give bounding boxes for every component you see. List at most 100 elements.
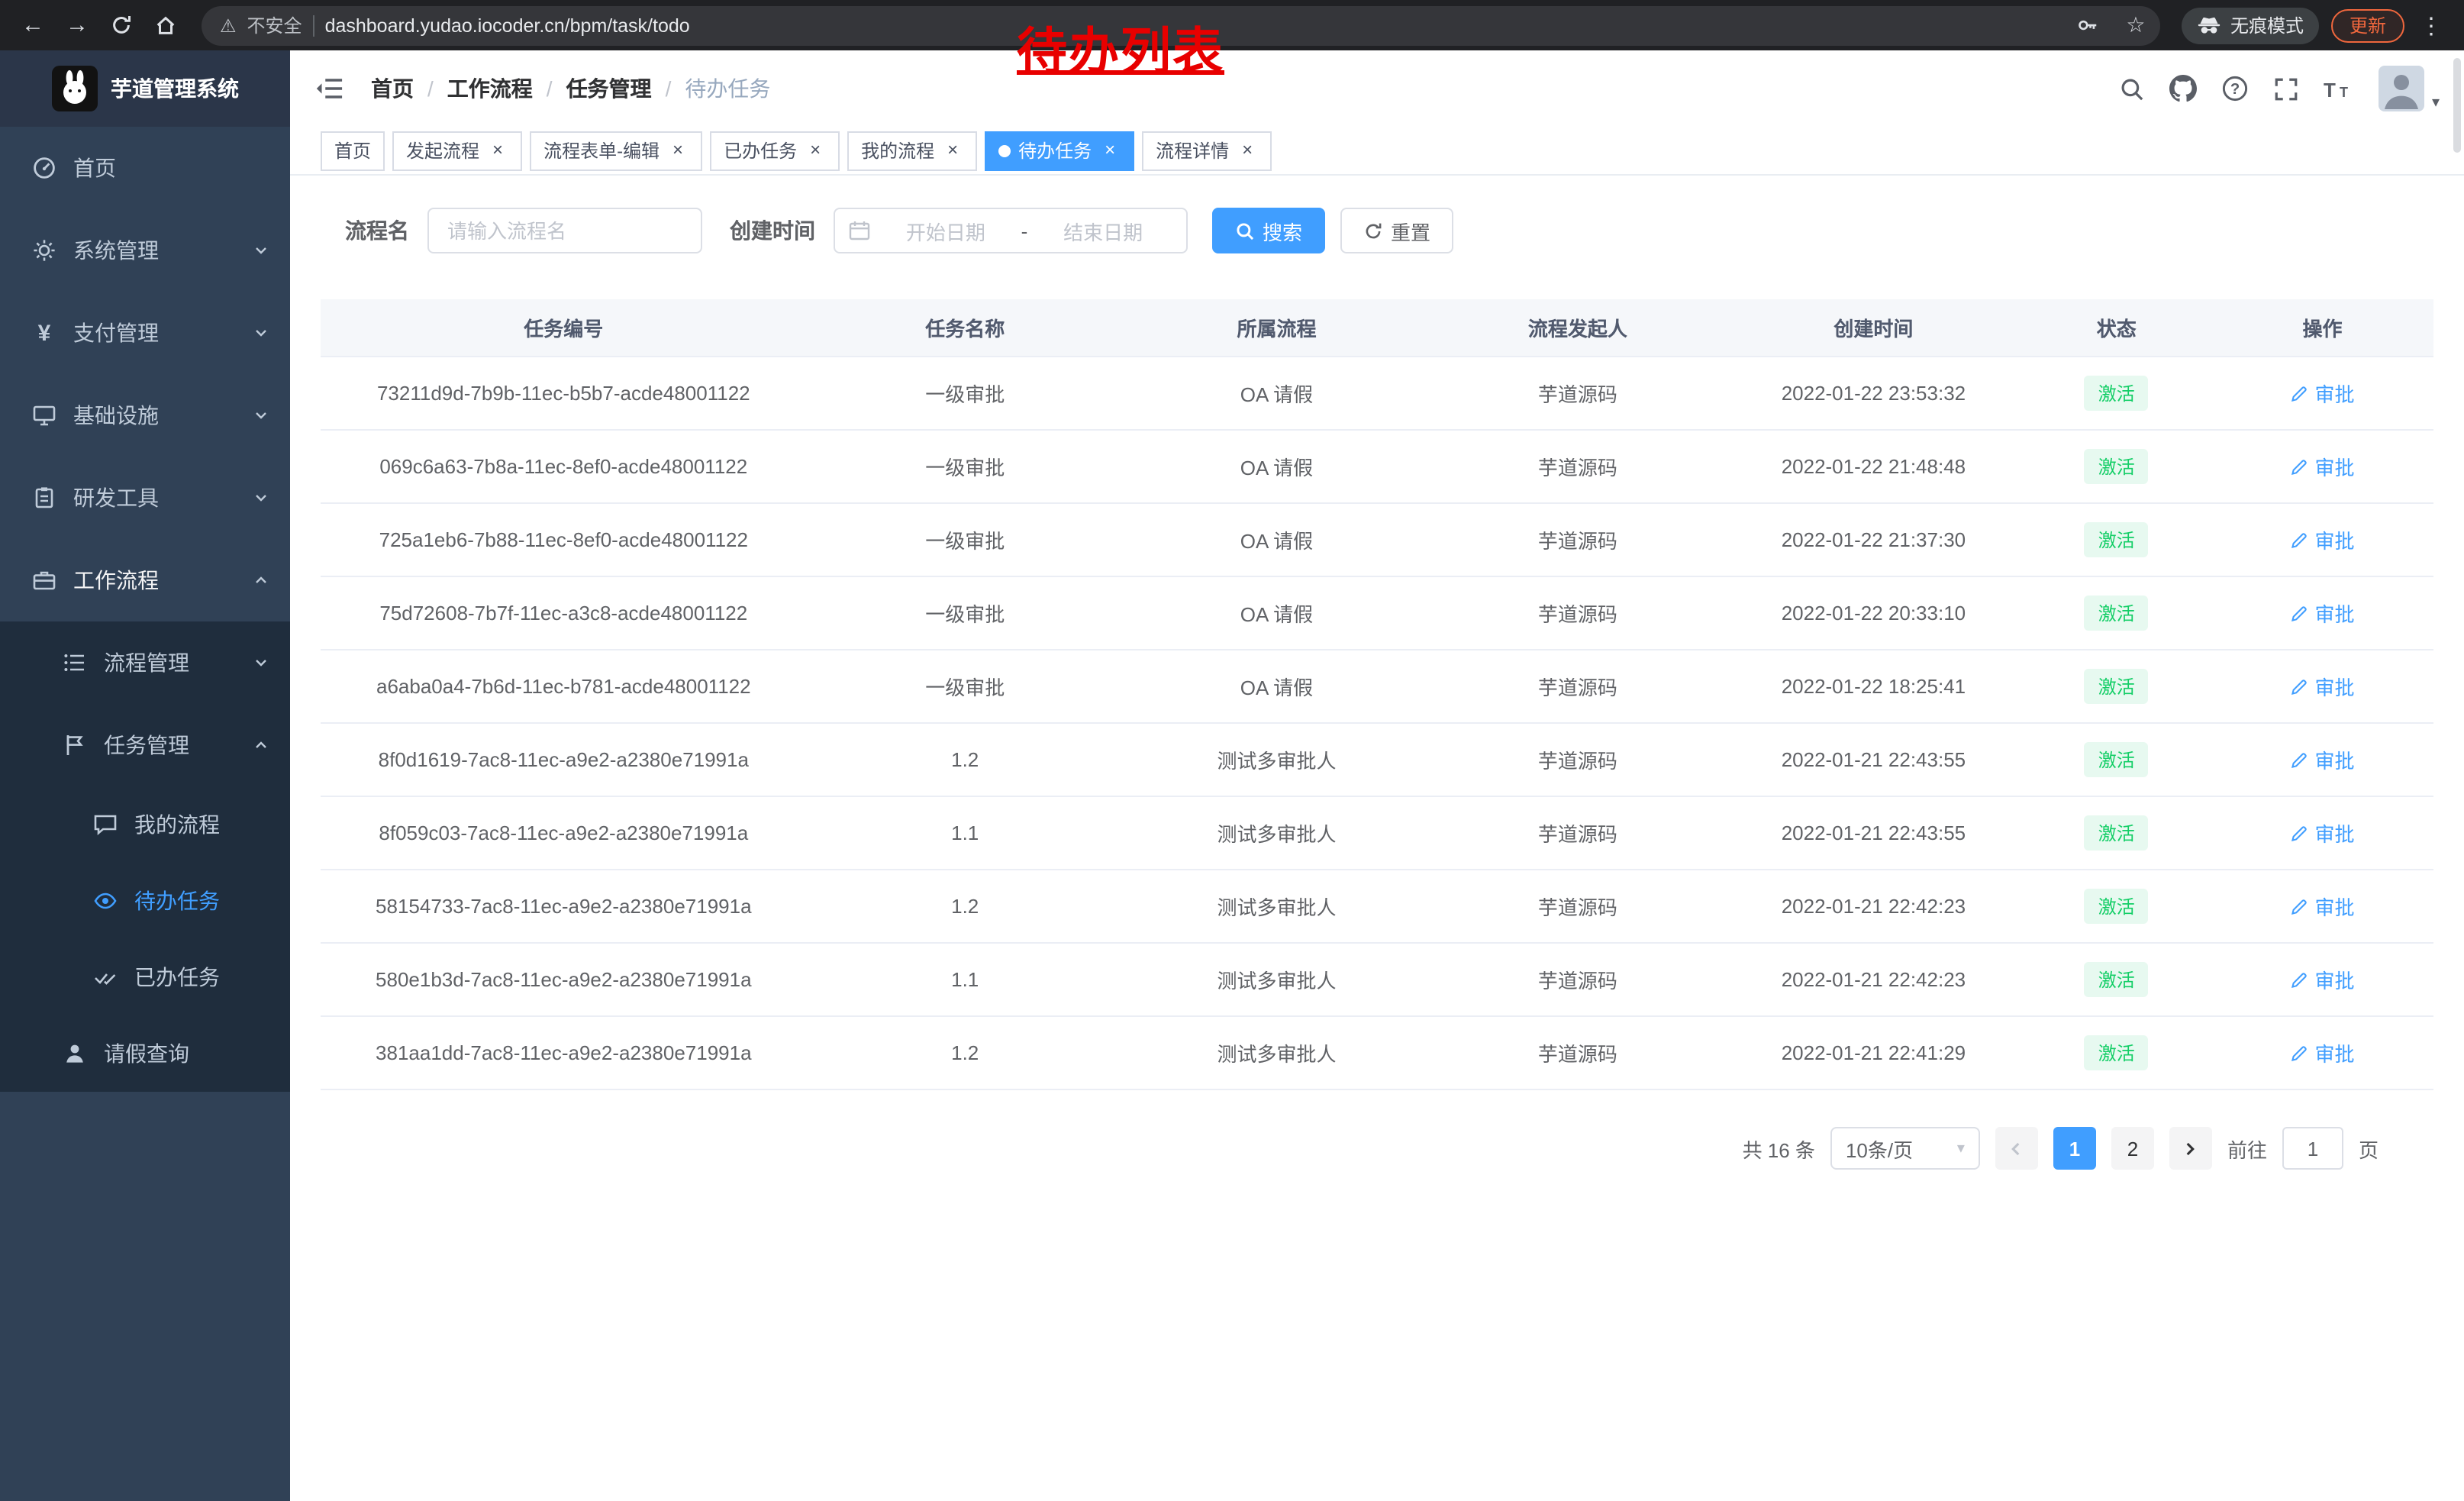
task-time: 2022-01-22 23:53:32 <box>1726 382 2022 405</box>
tab-todo-tasks[interactable]: 待办任务 × <box>985 131 1134 170</box>
task-starter: 芋道源码 <box>1430 379 1726 408</box>
col-header: 任务名称 <box>807 313 1124 342</box>
security-label[interactable]: 不安全 <box>247 12 302 38</box>
date-range-picker[interactable]: 开始日期 - 结束日期 <box>834 208 1188 253</box>
approve-link[interactable]: 审批 <box>2291 965 2355 994</box>
table-row: 069c6a63-7b8a-11ec-8ef0-acde48001122 一级审… <box>321 431 2433 504</box>
goto-page-input[interactable] <box>2282 1127 2343 1170</box>
approve-link[interactable]: 审批 <box>2291 892 2355 921</box>
close-icon[interactable]: × <box>1099 140 1121 161</box>
tab-label: 流程详情 <box>1156 137 1229 163</box>
page-button-2[interactable]: 2 <box>2111 1127 2154 1170</box>
breadcrumb-workflow[interactable]: 工作流程 <box>447 73 533 104</box>
yen-icon: ¥ <box>31 320 58 346</box>
breadcrumb-home[interactable]: 首页 <box>371 73 414 104</box>
tab-process-detail[interactable]: 流程详情 × <box>1142 131 1272 170</box>
browser-back-icon[interactable]: ← <box>12 5 53 46</box>
task-process: OA 请假 <box>1124 672 1430 701</box>
task-name: 1.2 <box>807 1041 1124 1064</box>
address-bar[interactable]: ⚠ 不安全 dashboard.yudao.iocoder.cn/bpm/tas… <box>202 5 2160 45</box>
font-size-icon[interactable]: TT <box>2324 77 2354 100</box>
sidebar-item-done-tasks[interactable]: 已办任务 <box>0 939 290 1015</box>
tab-my-process[interactable]: 我的流程 × <box>847 131 977 170</box>
status-badge: 激活 <box>2085 815 2149 851</box>
tab-done-tasks[interactable]: 已办任务 × <box>710 131 840 170</box>
tab-process-form-edit[interactable]: 流程表单-编辑 × <box>530 131 702 170</box>
sidebar-item-task-management[interactable]: 任务管理 <box>0 704 290 786</box>
tab-label: 发起流程 <box>406 137 479 163</box>
search-button[interactable]: 搜索 <box>1212 208 1325 253</box>
browser-menu-icon[interactable]: ⋮ <box>2411 5 2452 46</box>
approve-link[interactable]: 审批 <box>2291 818 2355 847</box>
page-button-1[interactable]: 1 <box>2053 1127 2096 1170</box>
task-starter: 芋道源码 <box>1430 965 1726 994</box>
task-time: 2022-01-21 22:43:55 <box>1726 748 2022 771</box>
sidebar-item-todo-tasks[interactable]: 待办任务 <box>0 863 290 939</box>
page-scrollbar[interactable] <box>2453 58 2461 153</box>
sidebar-toggle-icon[interactable] <box>314 76 343 101</box>
approve-link[interactable]: 审批 <box>2291 525 2355 554</box>
task-name: 一级审批 <box>807 379 1124 408</box>
sidebar-item-devtools[interactable]: 研发工具 <box>0 457 290 539</box>
task-id: 73211d9d-7b9b-11ec-b5b7-acde48001122 <box>321 382 807 405</box>
approve-link[interactable]: 审批 <box>2291 672 2355 701</box>
chevron-down-icon <box>253 408 269 423</box>
task-id: 069c6a63-7b8a-11ec-8ef0-acde48001122 <box>321 455 807 478</box>
fullscreen-icon[interactable] <box>2273 76 2299 102</box>
next-page-button[interactable] <box>2169 1127 2212 1170</box>
app-logo[interactable]: 芋道管理系统 <box>0 50 290 127</box>
approve-link[interactable]: 审批 <box>2291 1038 2355 1067</box>
sidebar-item-system[interactable]: 系统管理 <box>0 209 290 292</box>
user-menu[interactable]: ▾ <box>2379 66 2440 111</box>
approve-link[interactable]: 审批 <box>2291 599 2355 628</box>
dashboard-icon <box>31 156 58 180</box>
tab-label: 首页 <box>334 137 371 163</box>
approve-link[interactable]: 审批 <box>2291 379 2355 408</box>
url-text[interactable]: dashboard.yudao.iocoder.cn/bpm/task/todo <box>325 15 690 36</box>
status-badge: 激活 <box>2085 522 2149 557</box>
sidebar-item-home[interactable]: 首页 <box>0 127 290 209</box>
close-icon[interactable]: × <box>942 140 963 161</box>
breadcrumb-current: 待办任务 <box>685 73 770 104</box>
sidebar-item-infrastructure[interactable]: 基础设施 <box>0 374 290 457</box>
reset-button[interactable]: 重置 <box>1340 208 1453 253</box>
col-header: 状态 <box>2021 313 2211 342</box>
sidebar-item-workflow[interactable]: 工作流程 <box>0 539 290 621</box>
search-icon[interactable] <box>2119 76 2145 102</box>
tab-start-process[interactable]: 发起流程 × <box>392 131 522 170</box>
sidebar-item-process-management[interactable]: 流程管理 <box>0 621 290 704</box>
task-name: 一级审批 <box>807 599 1124 628</box>
github-icon[interactable] <box>2169 75 2197 102</box>
close-icon[interactable]: × <box>1237 140 1258 161</box>
browser-home-icon[interactable] <box>145 5 186 46</box>
close-icon[interactable]: × <box>667 140 689 161</box>
svg-text:T: T <box>2324 78 2336 100</box>
approve-label: 审批 <box>2315 745 2355 774</box>
sidebar-item-payment[interactable]: ¥ 支付管理 <box>0 292 290 374</box>
close-icon[interactable]: × <box>805 140 826 161</box>
update-button[interactable]: 更新 <box>2331 8 2404 42</box>
browser-forward-icon[interactable]: → <box>56 5 98 46</box>
sidebar-item-my-process[interactable]: 我的流程 <box>0 786 290 863</box>
password-key-icon[interactable] <box>2070 7 2107 44</box>
task-starter: 芋道源码 <box>1430 672 1726 701</box>
approve-link[interactable]: 审批 <box>2291 452 2355 481</box>
task-name: 一级审批 <box>807 672 1124 701</box>
process-name-input[interactable] <box>427 208 702 253</box>
incognito-label: 无痕模式 <box>2230 12 2304 38</box>
prev-page-button[interactable] <box>1995 1127 2038 1170</box>
tab-home[interactable]: 首页 <box>321 131 385 170</box>
bookmark-star-icon[interactable]: ☆ <box>2117 7 2154 44</box>
tab-label: 流程表单-编辑 <box>543 137 660 163</box>
breadcrumb-task-management[interactable]: 任务管理 <box>566 73 652 104</box>
help-icon[interactable]: ? <box>2221 75 2249 102</box>
gear-icon <box>31 238 58 263</box>
page-size-select[interactable]: 10条/页 ▾ <box>1830 1127 1980 1170</box>
avatar <box>2379 66 2424 111</box>
approve-link[interactable]: 审批 <box>2291 745 2355 774</box>
close-icon[interactable]: × <box>487 140 508 161</box>
browser-refresh-icon[interactable] <box>101 5 142 46</box>
breadcrumb-separator: / <box>666 76 672 101</box>
eye-icon <box>92 889 119 913</box>
sidebar-item-leave-query[interactable]: 请假查询 <box>0 1015 290 1092</box>
